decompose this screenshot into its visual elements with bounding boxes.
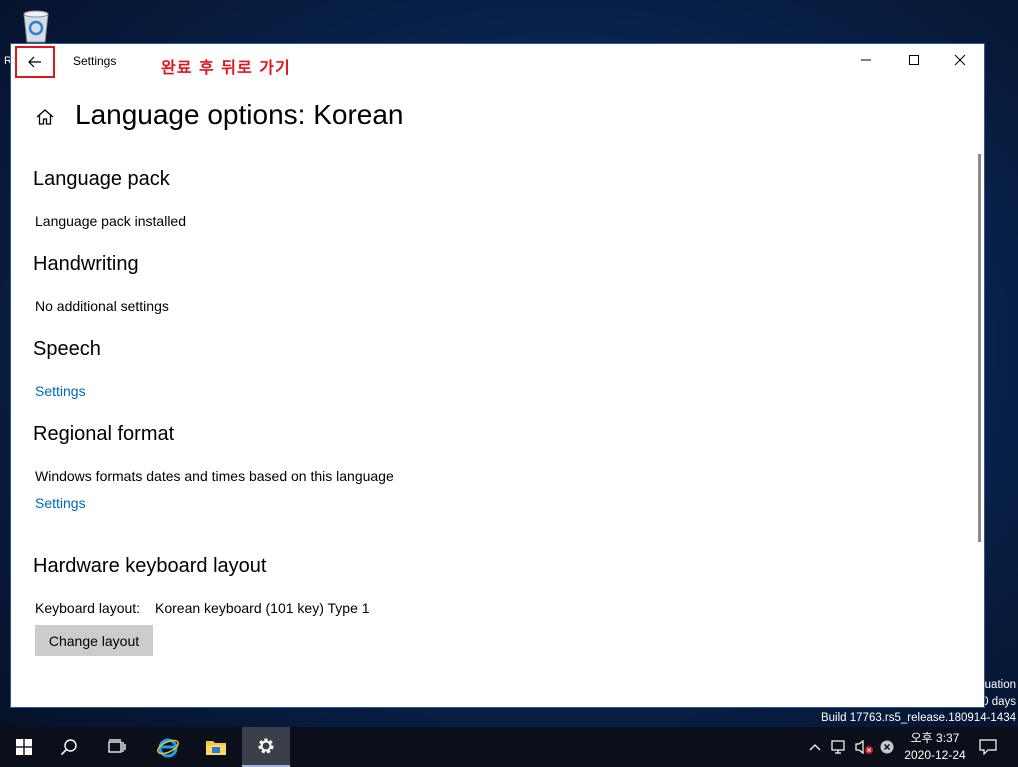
close-button[interactable] (937, 44, 983, 76)
volume-muted-icon (855, 739, 873, 755)
annotation-label: 완료 후 뒤로 가기 (161, 58, 291, 77)
home-icon[interactable] (35, 107, 55, 127)
action-center-icon (979, 739, 997, 755)
handwriting-heading: Handwriting (33, 253, 139, 275)
back-button[interactable] (15, 46, 55, 78)
internet-explorer-icon (157, 738, 179, 758)
scrollbar[interactable] (978, 154, 981, 542)
build-watermark: Build 17763.rs5_release.180914-1434 (820, 712, 1016, 724)
action-center-button[interactable] (976, 727, 1000, 767)
title-bar: Settings 완료 후 뒤로 가기 (11, 44, 984, 78)
recycle-bin-icon[interactable] (16, 6, 56, 46)
chevron-up-icon (809, 744, 821, 751)
change-layout-button[interactable]: Change layout (35, 625, 153, 656)
task-view-button[interactable] (93, 727, 141, 767)
network-tray-button[interactable] (828, 727, 850, 767)
regional-format-description: Windows formats dates and times based on… (35, 468, 394, 484)
window-title: Settings (73, 54, 117, 68)
network-icon (831, 740, 845, 754)
maximize-button[interactable] (891, 44, 937, 76)
task-view-icon (108, 739, 126, 753)
search-button[interactable] (45, 727, 93, 767)
keyboard-layout-heading: Hardware keyboard layout (33, 555, 267, 577)
internet-explorer-button[interactable] (144, 727, 192, 767)
error-circle-icon (880, 740, 894, 754)
watermark-line: uation (984, 679, 1016, 691)
search-icon (60, 739, 77, 756)
clock-time: 오후 3:37 (910, 731, 960, 745)
settings-icon (258, 738, 274, 754)
file-explorer-icon (206, 741, 226, 755)
language-pack-status: Language pack installed (35, 213, 187, 229)
watermark-line: 0 days (982, 696, 1016, 708)
back-arrow-icon (28, 56, 41, 68)
start-icon (16, 739, 32, 755)
taskbar: 오후 3:37 2020-12-24 (0, 727, 1018, 767)
file-explorer-button[interactable] (192, 727, 240, 767)
page-title: Language options: Korean (75, 99, 404, 130)
regional-format-heading: Regional format (33, 423, 175, 445)
close-icon (954, 54, 966, 66)
clock-date: 2020-12-24 (904, 748, 966, 762)
notification-status-button[interactable] (876, 727, 898, 767)
minimize-icon (861, 59, 871, 61)
show-hidden-icons-button[interactable] (806, 727, 824, 767)
minimize-button[interactable] (843, 44, 889, 76)
maximize-icon (909, 55, 919, 65)
speech-settings-link[interactable]: Settings (35, 383, 86, 399)
speech-heading: Speech (33, 338, 101, 360)
taskbar-clock[interactable]: 오후 3:37 2020-12-24 (896, 730, 974, 764)
regional-format-settings-link[interactable]: Settings (35, 495, 86, 511)
handwriting-status: No additional settings (35, 298, 169, 314)
start-button[interactable] (0, 727, 48, 767)
keyboard-layout-value: Korean keyboard (101 key) Type 1 (155, 600, 370, 616)
keyboard-layout-label: Keyboard layout: (35, 600, 141, 616)
language-pack-heading: Language pack (33, 168, 170, 190)
settings-taskbar-button[interactable] (242, 727, 290, 767)
volume-tray-button[interactable] (852, 727, 876, 767)
settings-window: Settings 완료 후 뒤로 가기 Language options: Ko… (11, 44, 984, 707)
